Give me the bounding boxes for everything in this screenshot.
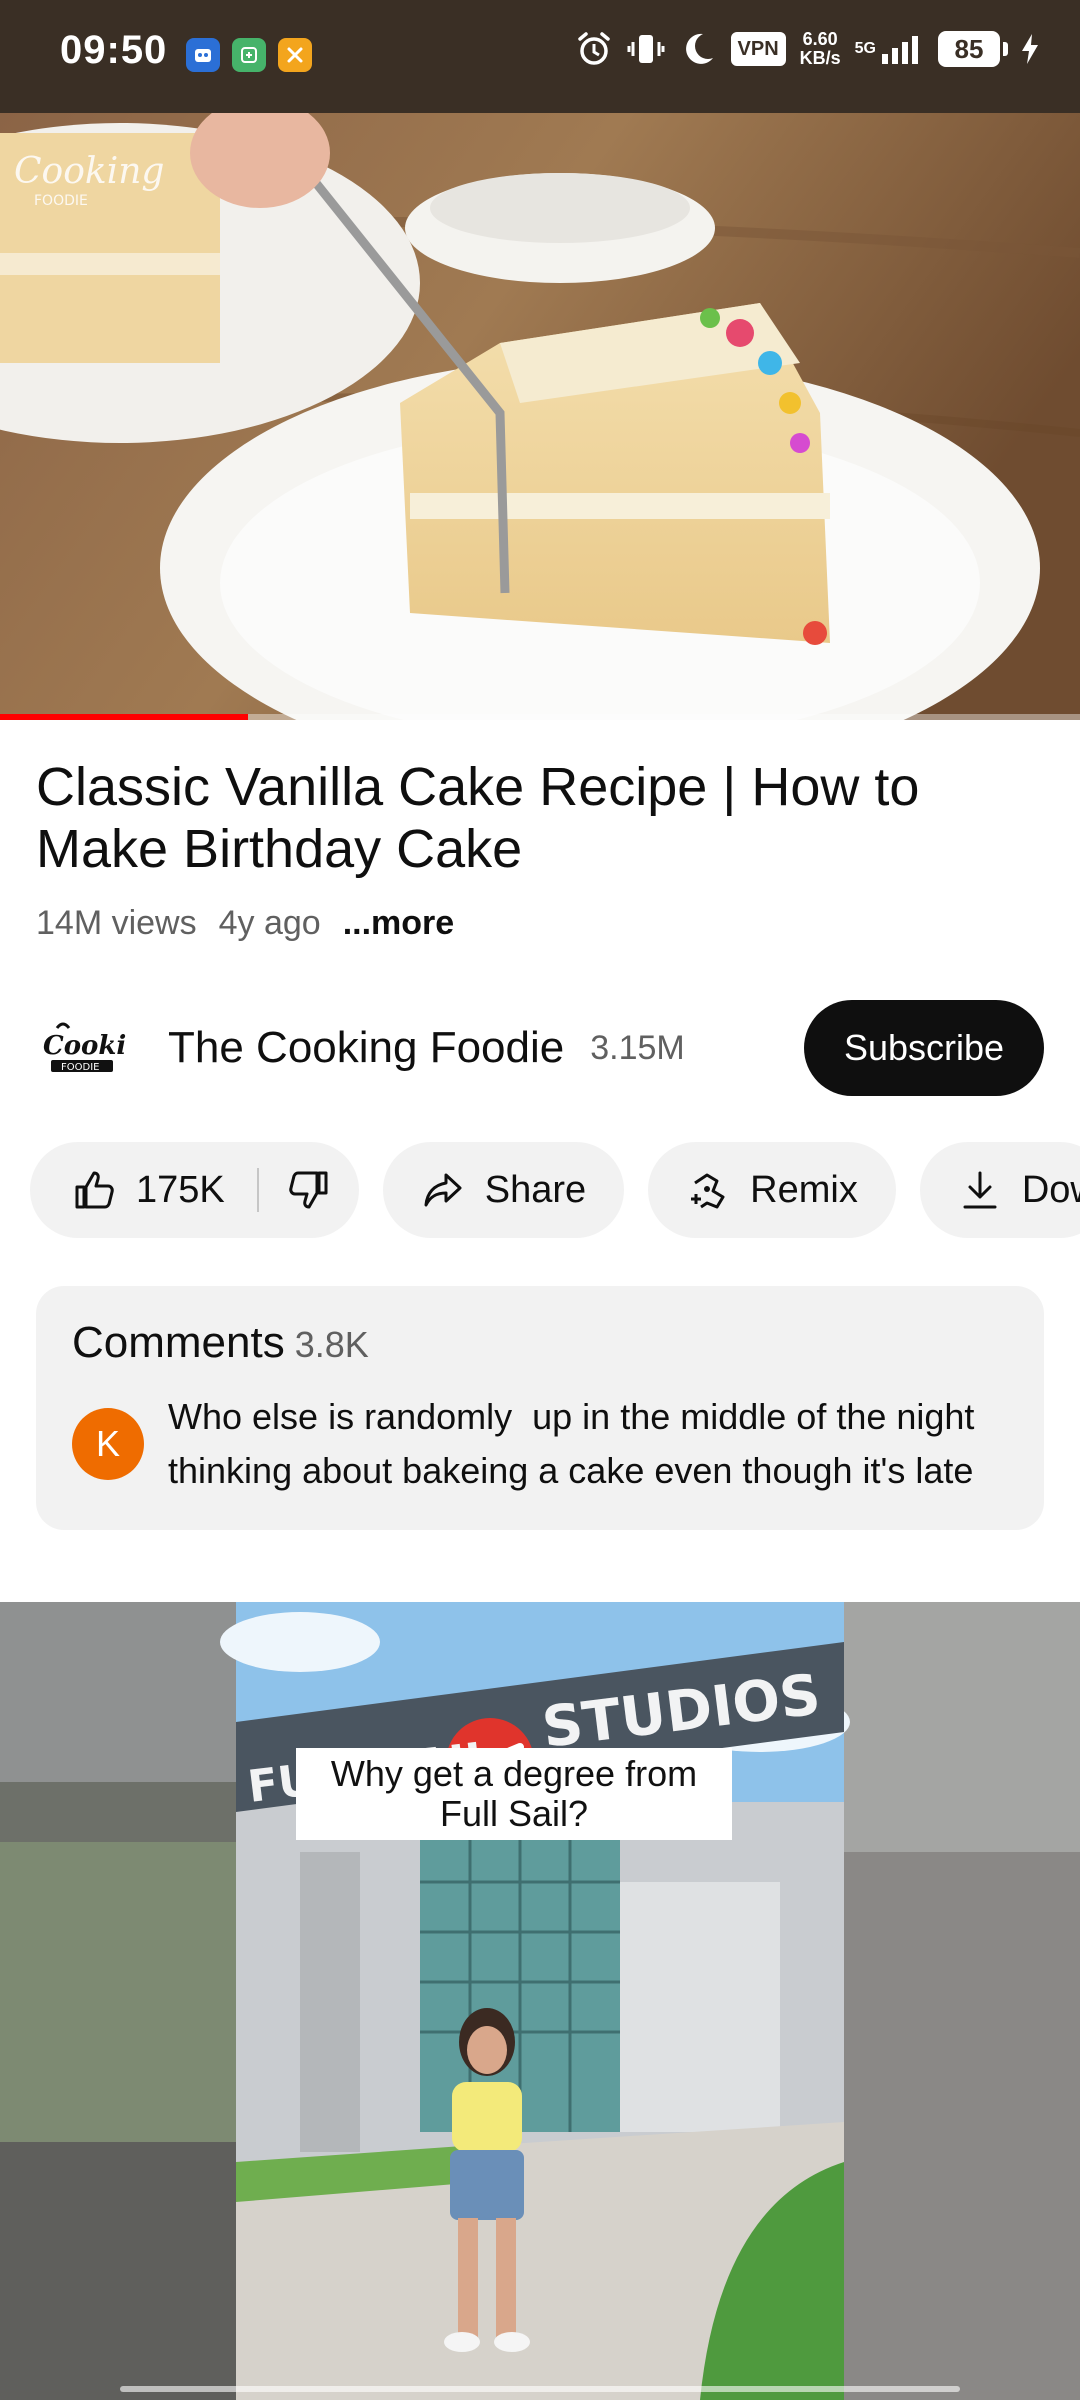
like-dislike-group: 175K bbox=[30, 1142, 359, 1238]
download-icon bbox=[958, 1168, 1002, 1212]
download-button[interactable]: Dow bbox=[919, 1142, 1080, 1238]
remix-label: Remix bbox=[750, 1168, 858, 1211]
net-speed-value: 6.60 bbox=[802, 29, 838, 49]
gesture-bar bbox=[120, 2386, 960, 2392]
channel-avatar[interactable]: Cooking FOODIE bbox=[36, 1002, 128, 1094]
svg-text:Cooking: Cooking bbox=[43, 1031, 127, 1061]
comments-label: Comments bbox=[72, 1318, 285, 1367]
system-icons: VPN 6.60 KB/s 5G 85 bbox=[575, 30, 1040, 68]
share-label: Share bbox=[484, 1168, 587, 1211]
like-icon[interactable] bbox=[72, 1168, 116, 1212]
comments-header: Comments 3.8K bbox=[72, 1318, 369, 1368]
share-button[interactable]: Share bbox=[382, 1142, 625, 1238]
app-icon-3 bbox=[278, 38, 312, 72]
promoted-caption: Why get a degree from Full Sail? bbox=[296, 1748, 732, 1840]
app-icon-1 bbox=[186, 38, 220, 72]
signal-icon: 5G bbox=[855, 32, 924, 66]
video-title[interactable]: Classic Vanilla Cake Recipe | How to Mak… bbox=[36, 756, 1036, 880]
moon-icon bbox=[679, 30, 717, 68]
channel-name[interactable]: The Cooking Foodie bbox=[168, 1023, 564, 1073]
page: 09:50 VPN 6.60 KB/s 5G 85 Cooking FOODIE… bbox=[0, 0, 1080, 2400]
like-divider bbox=[256, 1168, 259, 1212]
alarm-icon bbox=[575, 30, 613, 68]
clock: 09:50 bbox=[60, 28, 168, 72]
promoted-video-frame: STUDIOS FULL SAIL bbox=[0, 1602, 1080, 2400]
vpn-badge: VPN bbox=[730, 32, 786, 66]
remix-icon bbox=[686, 1168, 730, 1212]
video-frame: Cooking FOODIE bbox=[0, 113, 1080, 720]
share-icon bbox=[421, 1168, 465, 1212]
svg-text:FOODIE: FOODIE bbox=[34, 193, 88, 209]
action-bar: 175K Share Remix Dow bbox=[30, 1142, 1080, 1238]
more-link[interactable]: ...more bbox=[343, 904, 454, 943]
watermark-logo: Cooking bbox=[14, 151, 164, 192]
video-player[interactable]: Cooking FOODIE bbox=[0, 113, 1080, 720]
subscriber-count: 3.15M bbox=[590, 1028, 685, 1067]
app-icon-2 bbox=[232, 38, 266, 72]
view-count: 14M views bbox=[36, 904, 197, 942]
comments-panel[interactable]: Comments 3.8K K Who else is randomly up i… bbox=[36, 1286, 1044, 1530]
download-label: Dow bbox=[1021, 1168, 1080, 1211]
like-count[interactable]: 175K bbox=[136, 1169, 225, 1212]
commenter-avatar: K bbox=[72, 1408, 144, 1480]
dislike-icon[interactable] bbox=[287, 1168, 331, 1212]
upload-age: 4y ago bbox=[218, 904, 321, 942]
net-speed-unit: KB/s bbox=[799, 48, 841, 68]
svg-text:FOODIE: FOODIE bbox=[61, 1062, 99, 1073]
charging-icon bbox=[1020, 32, 1040, 66]
promoted-video[interactable]: STUDIOS FULL SAIL bbox=[0, 1602, 1080, 2400]
status-bar: 09:50 VPN 6.60 KB/s 5G 85 bbox=[0, 0, 1080, 113]
vibrate-icon bbox=[627, 30, 665, 68]
network-type: 5G bbox=[854, 40, 876, 57]
channel-row: Cooking FOODIE The Cooking Foodie 3.15M … bbox=[36, 1000, 1044, 1096]
subscribe-button[interactable]: Subscribe bbox=[804, 1000, 1044, 1096]
top-comment-text: Who else is randomly up in the middle of… bbox=[168, 1396, 985, 1491]
remix-button[interactable]: Remix bbox=[648, 1142, 896, 1238]
notification-icons bbox=[186, 38, 312, 72]
battery-icon: 85 bbox=[938, 31, 1008, 67]
net-speed: 6.60 KB/s bbox=[800, 30, 841, 68]
video-meta[interactable]: 14M views 4y ago ...more bbox=[36, 904, 454, 943]
comments-count: 3.8K bbox=[294, 1324, 369, 1365]
